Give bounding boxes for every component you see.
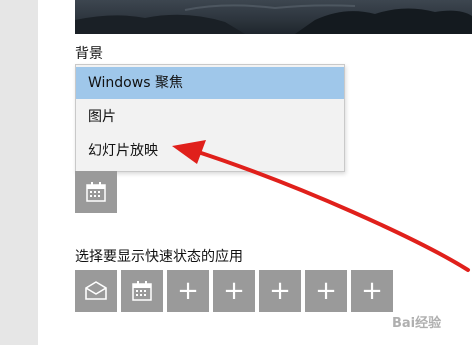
- add-app-button-3[interactable]: +: [259, 270, 301, 312]
- option-picture[interactable]: 图片: [76, 101, 344, 133]
- background-dropdown[interactable]: Windows 聚焦 图片 幻灯片放映: [75, 64, 345, 172]
- detailed-status-calendar-tile[interactable]: [75, 171, 117, 213]
- calendar-icon: [132, 281, 152, 301]
- calendar-icon: [86, 182, 106, 202]
- background-label: 背景: [75, 46, 103, 62]
- background-preview-image: [75, 0, 472, 34]
- mail-icon: [85, 281, 107, 300]
- quick-status-label: 选择要显示快速状态的应用: [75, 249, 243, 265]
- add-app-button-2[interactable]: +: [213, 270, 255, 312]
- add-app-button-1[interactable]: +: [167, 270, 209, 312]
- option-windows-spotlight[interactable]: Windows 聚焦: [76, 67, 344, 99]
- quick-status-mail-tile[interactable]: [75, 270, 117, 312]
- option-slideshow[interactable]: 幻灯片放映: [76, 135, 344, 167]
- quick-status-calendar-tile[interactable]: [121, 270, 163, 312]
- add-app-button-5[interactable]: +: [351, 270, 393, 312]
- left-navigation-strip: [0, 0, 38, 345]
- add-app-button-4[interactable]: +: [305, 270, 347, 312]
- watermark-text: Bai经验: [392, 316, 442, 331]
